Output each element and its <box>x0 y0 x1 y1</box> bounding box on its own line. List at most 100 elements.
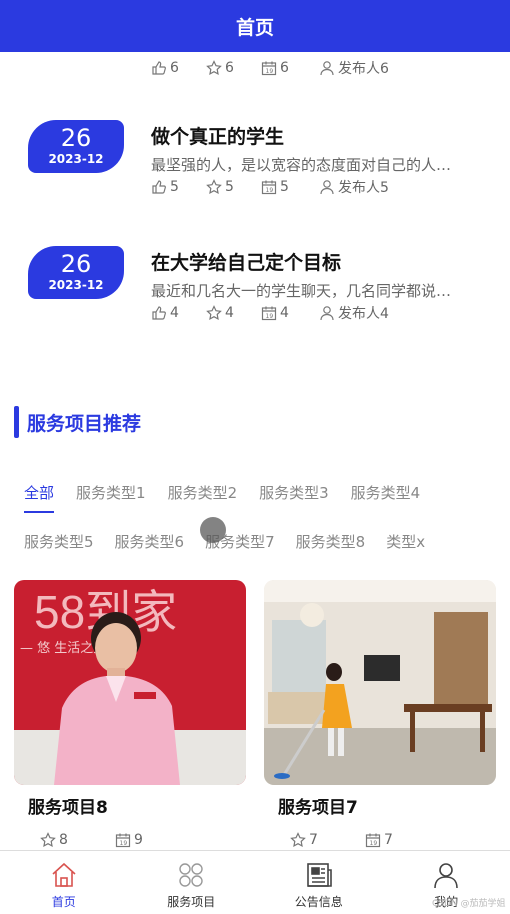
svg-text:19: 19 <box>266 187 274 194</box>
service-card[interactable]: 58到家 — 悠 生活之美 — 服务项目8 8 19 9 <box>14 580 246 848</box>
tabbar-news[interactable]: 公告信息 <box>255 851 383 914</box>
service-image[interactable] <box>264 580 496 785</box>
stars-count: 5 <box>225 179 234 195</box>
stars-stat[interactable]: 7 <box>290 832 365 848</box>
grid-icon <box>179 863 203 887</box>
calendar-icon: 19 <box>261 61 277 76</box>
stars-stat[interactable]: 8 <box>40 832 115 848</box>
publisher-name: 发布人6 <box>338 61 389 77</box>
header-bar: 首页 <box>0 0 510 52</box>
date-day: 26 <box>60 250 92 278</box>
date-stat: 19 5 <box>261 179 319 195</box>
article-item[interactable]: 26 2023-12 在大学给自己定个目标 最近和几名大一的学生聊天，几名同学都… <box>0 246 510 336</box>
stars-stat[interactable]: 5 <box>206 179 261 195</box>
date-stat: 19 4 <box>261 305 319 321</box>
page-title: 首页 <box>235 16 274 39</box>
stars-stat[interactable]: 6 <box>206 60 261 76</box>
user-icon <box>320 180 334 195</box>
tab-type-8[interactable]: 服务类型8 <box>296 531 366 562</box>
calendar-icon: 19 <box>115 833 131 848</box>
likes-count: 4 <box>170 305 179 321</box>
thumb-up-icon <box>152 61 166 75</box>
publisher-name: 发布人4 <box>338 306 389 322</box>
tab-type-3[interactable]: 服务类型3 <box>259 482 329 513</box>
user-icon <box>434 863 459 889</box>
date-day: 26 <box>60 124 92 152</box>
section-title: 服务项目推荐 <box>27 412 142 435</box>
calendar-icon: 19 <box>365 833 381 848</box>
likes-stat[interactable]: 6 <box>151 60 206 76</box>
touch-indicator <box>200 517 226 543</box>
article-item[interactable]: 26 2023-12 做个真正的学生 最坚强的人，是以宽容的态度面对自己的人… … <box>0 120 510 210</box>
thumb-up-icon <box>152 306 166 320</box>
stars-count: 6 <box>225 60 234 76</box>
service-card[interactable]: 服务项目7 7 19 7 <box>264 580 496 848</box>
tab-all[interactable]: 全部 <box>24 482 55 513</box>
tabbar-news-label: 公告信息 <box>294 895 343 909</box>
stars-count: 7 <box>309 832 318 848</box>
star-icon <box>206 179 222 195</box>
tab-type-5[interactable]: 服务类型5 <box>24 531 94 562</box>
svg-text:19: 19 <box>370 840 378 847</box>
date-count: 7 <box>384 832 393 848</box>
publisher-name: 发布人5 <box>338 180 389 196</box>
svg-text:19: 19 <box>120 840 128 847</box>
date-count: 9 <box>134 832 143 848</box>
date-stat: 19 6 <box>261 60 319 76</box>
service-photo-cleaner-portrait: 58到家 — 悠 生活之美 — <box>14 580 246 785</box>
date-badge: 26 2023-12 <box>28 120 124 173</box>
calendar-icon: 19 <box>261 180 277 195</box>
watermark: CSDN @茄茄学姐 <box>432 899 506 909</box>
date-year-month: 2023-12 <box>48 152 104 166</box>
news-icon <box>306 863 332 887</box>
stars-stat[interactable]: 4 <box>206 305 261 321</box>
article-stats: 5 5 19 5 发布人5 <box>151 177 389 197</box>
service-image[interactable]: 58到家 — 悠 生活之美 — <box>14 580 246 785</box>
section-accent-bar <box>14 406 19 438</box>
stars-count: 4 <box>225 305 234 321</box>
service-title[interactable]: 服务项目7 <box>278 793 496 818</box>
user-icon <box>320 306 334 321</box>
date-year-month: 2023-12 <box>48 278 104 292</box>
tabbar-services-label: 服务项目 <box>167 895 216 909</box>
star-icon <box>206 60 222 76</box>
tabbar-services[interactable]: 服务项目 <box>128 851 256 914</box>
tab-type-6[interactable]: 服务类型6 <box>115 531 185 562</box>
article-desc: 最近和几名大一的学生聊天，几名同学都说… <box>151 282 452 300</box>
star-icon <box>290 832 306 848</box>
likes-stat[interactable]: 5 <box>151 179 206 195</box>
likes-count: 6 <box>170 60 179 76</box>
service-stats: 7 19 7 <box>290 832 496 848</box>
svg-text:19: 19 <box>266 68 274 75</box>
date-badge: 26 2023-12 <box>28 246 124 299</box>
tab-type-2[interactable]: 服务类型2 <box>168 482 238 513</box>
article-stats: 6 6 19 6 发布人6 <box>151 58 389 78</box>
article-title[interactable]: 做个真正的学生 <box>151 122 284 149</box>
tab-type-4[interactable]: 服务类型4 <box>351 482 421 513</box>
date-stat: 19 7 <box>365 832 393 848</box>
article-title[interactable]: 在大学给自己定个目标 <box>151 248 341 275</box>
tab-type-x[interactable]: 类型x <box>386 531 425 562</box>
tab-type-1[interactable]: 服务类型1 <box>76 482 146 513</box>
tabbar-home-label: 首页 <box>51 895 76 909</box>
service-photo-mopping-room <box>264 580 496 785</box>
svg-text:19: 19 <box>266 313 274 320</box>
star-icon <box>206 305 222 321</box>
thumb-up-icon <box>152 180 166 194</box>
date-stat: 19 9 <box>115 832 143 848</box>
likes-stat[interactable]: 4 <box>151 305 206 321</box>
service-stats: 8 19 9 <box>40 832 246 848</box>
section-heading: 服务项目推荐 <box>14 406 141 438</box>
article-stats: 4 4 19 4 发布人4 <box>151 303 389 323</box>
category-tabs-row-1: 全部 服务类型1 服务类型2 服务类型3 服务类型4 <box>24 482 442 513</box>
home-icon <box>52 862 76 887</box>
publisher-stat: 发布人4 <box>319 303 389 323</box>
date-count: 5 <box>280 179 289 195</box>
publisher-stat: 发布人5 <box>319 177 389 197</box>
tabbar-home[interactable]: 首页 <box>0 851 128 914</box>
likes-count: 5 <box>170 179 179 195</box>
stars-count: 8 <box>59 832 68 848</box>
service-title[interactable]: 服务项目8 <box>28 793 246 818</box>
date-count: 6 <box>280 60 289 76</box>
publisher-stat: 发布人6 <box>319 58 389 78</box>
